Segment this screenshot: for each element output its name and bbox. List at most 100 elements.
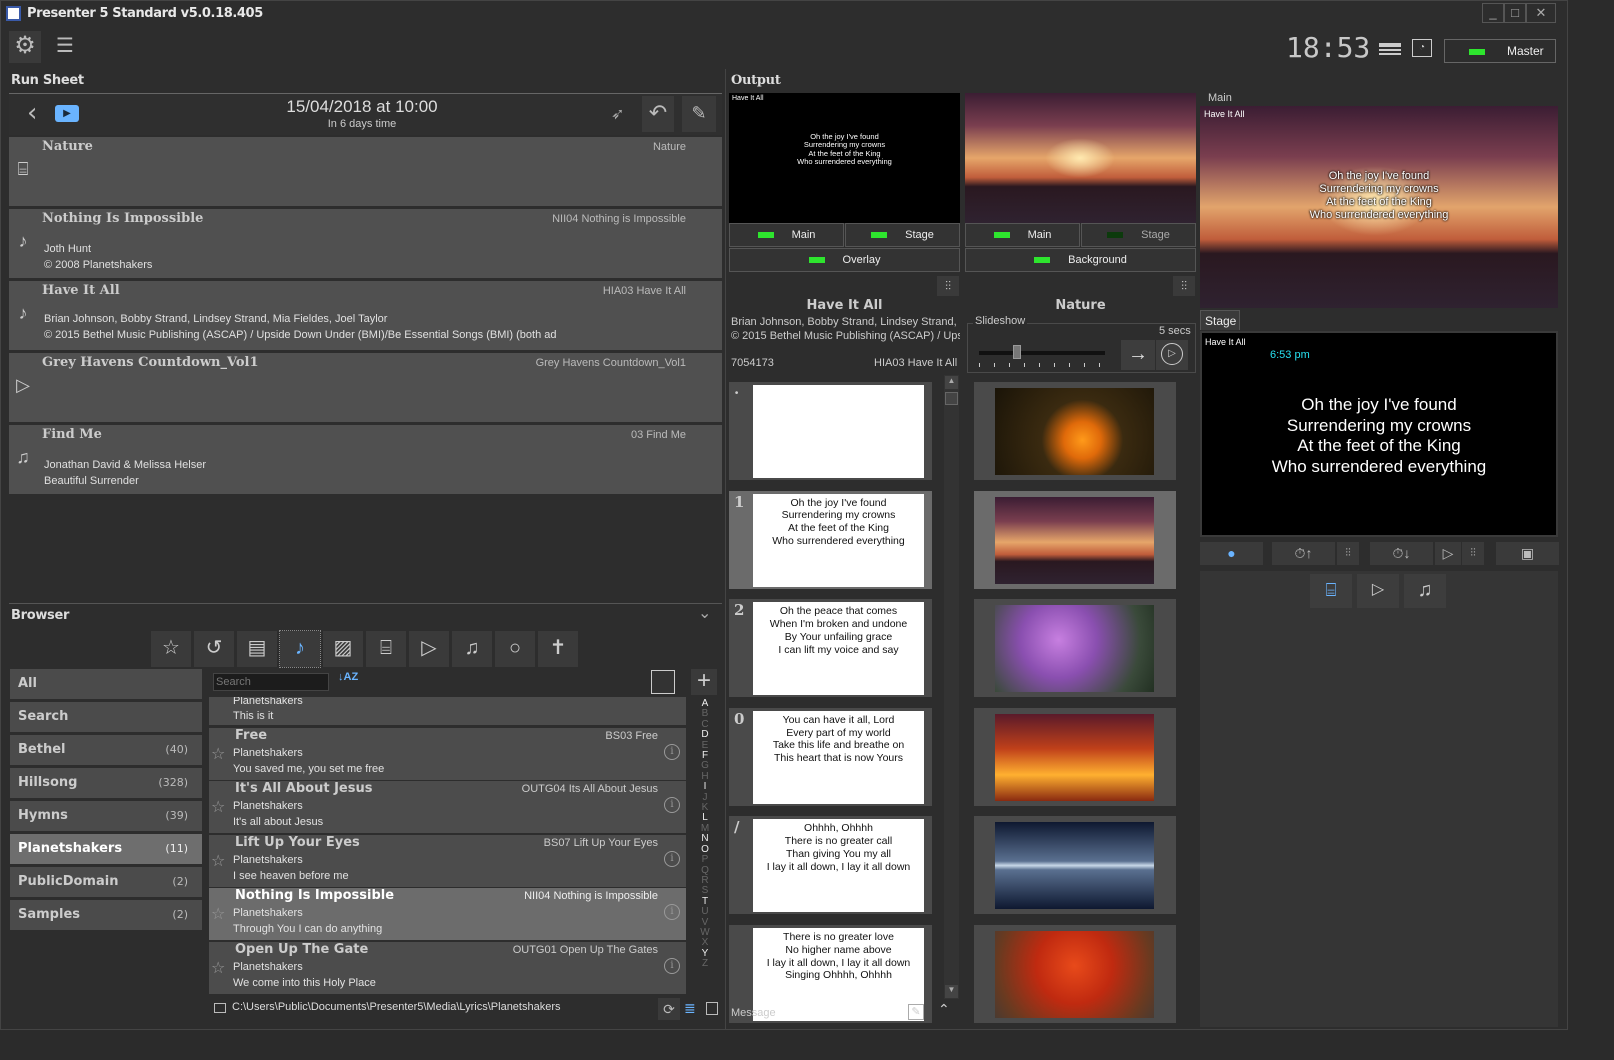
list-view-icon[interactable]: ≣: [684, 1000, 696, 1017]
video-timer-button[interactable]: ▣: [1496, 542, 1559, 565]
play-slideshow-button[interactable]: ▷: [1156, 340, 1188, 370]
background-thumbnail[interactable]: [974, 382, 1176, 480]
keyboard-icon[interactable]: [1379, 43, 1401, 55]
background-preview[interactable]: [965, 93, 1196, 223]
fg-main-toggle[interactable]: Main: [729, 223, 844, 247]
song-list-item[interactable]: Lift Up Your Eyes BS07 Lift Up Your Eyes…: [209, 835, 686, 887]
background-thumbnail[interactable]: [974, 816, 1176, 915]
star-icon[interactable]: ☆: [211, 904, 225, 924]
edit-message-icon[interactable]: ✎: [908, 1004, 924, 1020]
alphabet-letter[interactable]: P: [697, 854, 713, 865]
countdown-button[interactable]: ⏱↓: [1370, 542, 1433, 565]
settings-button[interactable]: ⚙: [9, 31, 41, 63]
category-search[interactable]: Search: [10, 702, 202, 732]
minimize-button[interactable]: _: [1482, 3, 1504, 23]
images-tab[interactable]: ▨: [323, 631, 363, 667]
grid-view-icon[interactable]: [706, 1002, 718, 1015]
projector-icon[interactable]: ◔: [1412, 39, 1432, 57]
run-sheet-item[interactable]: ♪ Have It All HIA03 Have It All Brian Jo…: [9, 281, 722, 350]
info-icon[interactable]: i: [664, 904, 680, 920]
sort-az-icon[interactable]: ↓AZ: [338, 671, 358, 683]
lyric-slide[interactable]: ·: [729, 382, 932, 480]
overlay-toggle[interactable]: Overlay: [729, 248, 960, 272]
undo-button[interactable]: ↶: [642, 96, 674, 132]
add-button[interactable]: +: [691, 669, 717, 695]
bible-tab[interactable]: ✝: [538, 631, 578, 667]
slideshow-interval-slider[interactable]: [979, 345, 1105, 359]
star-icon[interactable]: ☆: [211, 797, 225, 817]
song-list-item[interactable]: Free BS03 Free ☆ Planetshakers You saved…: [209, 728, 686, 780]
category-publicdomain[interactable]: PublicDomain (2): [10, 867, 202, 897]
stage-video-tab[interactable]: ▷: [1357, 574, 1399, 608]
bg-main-toggle[interactable]: Main: [965, 223, 1080, 247]
lyric-slide[interactable]: 2 Oh the peace that comes When I'm broken …: [729, 599, 932, 698]
songs-tab[interactable]: ♪: [279, 630, 321, 668]
star-icon[interactable]: ☆: [211, 744, 225, 764]
lyric-slide[interactable]: / Ohhhh, Ohhhh There is no greater call Tha…: [729, 816, 932, 915]
star-icon[interactable]: ☆: [211, 851, 225, 871]
maximize-button[interactable]: □: [1504, 3, 1526, 23]
song-list-item[interactable]: Planetshakers This is it: [209, 697, 686, 725]
category-samples[interactable]: Samples (2): [10, 900, 202, 930]
close-button[interactable]: ✕: [1526, 3, 1556, 23]
videos-tab[interactable]: ▷: [409, 631, 449, 667]
edit-button[interactable]: ✎: [682, 96, 716, 132]
search-input[interactable]: [213, 673, 329, 691]
countup-settings-button[interactable]: ⫶⫶: [1337, 542, 1359, 565]
countup-button[interactable]: ⏱↑: [1272, 542, 1335, 565]
presentations-tab[interactable]: ⌸: [366, 631, 406, 667]
category-hymns[interactable]: Hymns (39): [10, 801, 202, 831]
category-bethel[interactable]: Bethel (40): [10, 735, 202, 765]
run-sheet-item[interactable]: ⌸ Nature Nature: [9, 137, 722, 206]
fg-mixer-button[interactable]: ⫶⫶: [937, 276, 959, 296]
background-thumbnail[interactable]: [974, 925, 1176, 1023]
info-icon[interactable]: i: [664, 958, 680, 974]
refresh-button[interactable]: ⟳: [658, 998, 680, 1020]
alphabet-index[interactable]: ABCDEFGHIJKLMNOPQRSTUVWXYZ: [697, 698, 713, 970]
song-list-item[interactable]: It's All About Jesus OUTG04 Its All Abou…: [209, 781, 686, 833]
slider-thumb[interactable]: [1012, 345, 1021, 359]
scroll-thumb[interactable]: [945, 392, 958, 405]
info-icon[interactable]: i: [664, 744, 680, 760]
background-toggle[interactable]: Background: [965, 248, 1196, 272]
background-thumbnail[interactable]: [974, 490, 1176, 589]
menu-button[interactable]: ☰: [49, 31, 81, 63]
background-thumbnail[interactable]: [974, 599, 1176, 698]
favorites-tab[interactable]: ☆: [151, 631, 191, 667]
scroll-up-icon[interactable]: ▲: [945, 376, 958, 389]
history-tab[interactable]: ↺: [194, 631, 234, 667]
scroll-down-icon[interactable]: ▼: [945, 985, 958, 998]
stage-tab[interactable]: Stage: [1200, 310, 1240, 330]
category-hillsong[interactable]: Hillsong (328): [10, 768, 202, 798]
run-sheet-item[interactable]: ♪ Nothing Is Impossible NII04 Nothing is…: [9, 209, 722, 278]
fg-stage-toggle[interactable]: Stage: [845, 223, 960, 247]
clock-button[interactable]: ●: [1200, 542, 1263, 565]
stage-presentation-tab[interactable]: ⌸: [1310, 574, 1352, 608]
info-icon[interactable]: i: [664, 797, 680, 813]
run-sheet-item[interactable]: ▷ Grey Havens Countdown_Vol1 Grey Havens…: [9, 353, 722, 422]
song-list-item-selected[interactable]: Nothing Is Impossible NII04 Nothing is I…: [209, 888, 686, 940]
category-all[interactable]: All: [10, 669, 202, 699]
countdown-play-button[interactable]: ▷: [1435, 542, 1461, 565]
info-icon[interactable]: i: [664, 851, 680, 867]
lyric-slide[interactable]: 1 Oh the joy I've found Surrendering my cr…: [729, 490, 932, 589]
countdown-settings-button[interactable]: ⫶⫶: [1462, 542, 1484, 565]
stage-audio-tab[interactable]: ♫: [1404, 574, 1446, 608]
audio-tab[interactable]: ♫: [452, 631, 492, 667]
foreground-preview[interactable]: Have It All Oh the joy I've found Surrend…: [729, 93, 960, 223]
song-list-item[interactable]: Open Up The Gate OUTG01 Open Up The Gate…: [209, 942, 686, 994]
run-sheet-item[interactable]: ♫ Find Me 03 Find Me Jonathan David & Me…: [9, 425, 722, 494]
background-thumbnail[interactable]: [974, 707, 1176, 806]
alphabet-letter[interactable]: U: [697, 906, 713, 917]
schedules-tab[interactable]: ▤: [237, 631, 277, 667]
master-button[interactable]: Master: [1444, 39, 1556, 63]
collapse-chevron-icon[interactable]: ⌄: [698, 603, 711, 623]
pointer-icon[interactable]: ➶: [611, 104, 624, 124]
category-planetshakers[interactable]: Planetshakers (11): [10, 834, 202, 864]
new-song-button[interactable]: [651, 670, 675, 694]
slide-scrollbar[interactable]: ▲ ▼: [944, 375, 959, 999]
bg-mixer-button[interactable]: ⫶⫶: [1173, 276, 1195, 296]
expand-chevron-icon[interactable]: ⌃: [938, 1001, 950, 1018]
bg-stage-toggle[interactable]: Stage: [1081, 223, 1196, 247]
lyric-slide[interactable]: 0 You can have it all, Lord Every part of …: [729, 707, 932, 806]
